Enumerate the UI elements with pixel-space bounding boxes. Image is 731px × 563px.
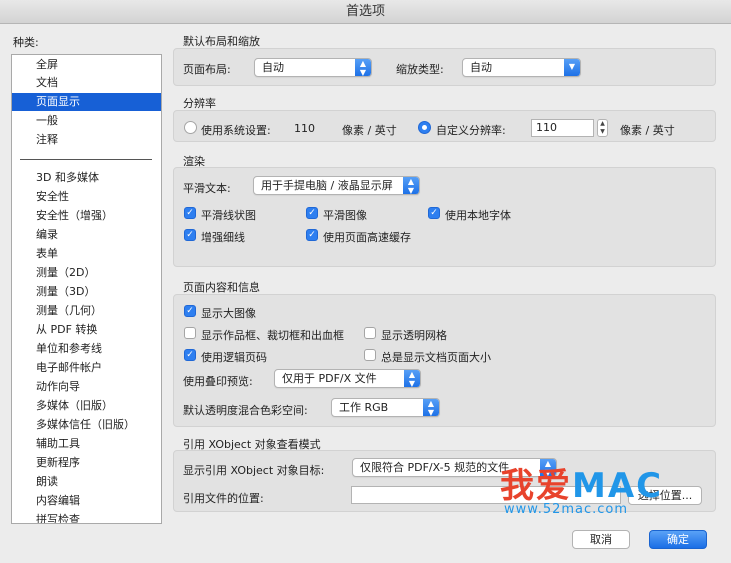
category-item-measuring-3d[interactable]: 测量（3D） <box>12 283 161 301</box>
category-item-email-accounts[interactable]: 电子邮件帐户 <box>12 359 161 377</box>
category-item-general[interactable]: 一般 <box>12 112 161 130</box>
smooth-images-checkbox[interactable]: ✓ <box>306 207 318 219</box>
page-layout-value: 自动 <box>262 61 284 74</box>
custom-resolution-radio[interactable] <box>418 121 431 134</box>
chevron-updown-icon: ▲ ▼ <box>403 177 419 194</box>
category-item-units-guides[interactable]: 单位和参考线 <box>12 340 161 358</box>
category-item-multimedia-trust[interactable]: 多媒体信任（旧版） <box>12 416 161 434</box>
category-list[interactable]: 全屏 文档 页面显示 一般 注释 3D 和多媒体 安全性 安全性（增强） 编录 … <box>11 54 162 524</box>
chevron-updown-icon: ▲ ▼ <box>404 370 420 387</box>
overprint-preview-label: 使用叠印预览: <box>183 375 253 388</box>
category-item-3d-multimedia[interactable]: 3D 和多媒体 <box>12 169 161 187</box>
category-item-document[interactable]: 文档 <box>12 74 161 92</box>
blend-space-value: 工作 RGB <box>339 401 389 414</box>
category-item-page-display[interactable]: 页面显示 <box>12 93 161 111</box>
smooth-lineart-checkbox[interactable]: ✓ <box>184 207 196 219</box>
xobject-location-label: 引用文件的位置: <box>183 492 264 505</box>
checkmark-icon: ✓ <box>186 208 194 218</box>
category-item-forms[interactable]: 表单 <box>12 245 161 263</box>
blend-space-label: 默认透明度混合色彩空间: <box>183 404 308 417</box>
category-item-accessibility[interactable]: 辅助工具 <box>12 435 161 453</box>
system-resolution-label: 使用系统设置: <box>201 124 271 137</box>
zoom-type-value: 自动 <box>470 61 492 74</box>
local-fonts-checkbox[interactable]: ✓ <box>428 207 440 219</box>
always-page-size-label: 总是显示文档页面大小 <box>381 351 491 364</box>
category-item-content-editing[interactable]: 内容编辑 <box>12 492 161 510</box>
cancel-button[interactable]: 取消 <box>572 530 630 549</box>
smooth-images-label: 平滑图像 <box>323 209 367 222</box>
window-title: 首选项 <box>345 4 385 19</box>
transparency-grid-label: 显示透明网格 <box>381 329 447 342</box>
page-cache-checkbox[interactable]: ✓ <box>306 229 318 241</box>
category-item-action-wizard[interactable]: 动作向导 <box>12 378 161 396</box>
custom-resolution-label: 自定义分辨率: <box>436 124 506 137</box>
xobject-targets-value: 仅限符合 PDF/X-5 规范的文件 <box>360 461 510 474</box>
system-resolution-radio[interactable] <box>184 121 197 134</box>
smooth-text-select[interactable]: 用于手提电脑 / 液晶显示屏 ▲ ▼ <box>253 176 420 195</box>
blend-space-select[interactable]: 工作 RGB ▲ ▼ <box>331 398 440 417</box>
chevron-updown-icon: ▲ ▼ <box>355 59 371 76</box>
zoom-type-select[interactable]: 自动 ▼ <box>462 58 581 77</box>
section-title-page-content: 页面内容和信息 <box>183 281 260 294</box>
category-item-read-out-loud[interactable]: 朗读 <box>12 473 161 491</box>
overprint-preview-select[interactable]: 仅用于 PDF/X 文件 ▲ ▼ <box>274 369 421 388</box>
category-item-fullscreen[interactable]: 全屏 <box>12 56 161 74</box>
category-item-catalog[interactable]: 编录 <box>12 226 161 244</box>
category-divider <box>20 159 152 160</box>
section-title-resolution: 分辨率 <box>183 97 216 110</box>
transparency-grid-checkbox[interactable] <box>364 327 376 339</box>
section-title-layout: 默认布局和缩放 <box>183 35 260 48</box>
custom-resolution-stepper[interactable]: ▲ ▼ <box>597 119 608 137</box>
smooth-text-label: 平滑文本: <box>183 182 231 195</box>
art-trim-bleed-label: 显示作品框、裁切框和出血框 <box>201 329 344 342</box>
xobject-targets-label: 显示引用 XObject 对象目标: <box>183 464 325 477</box>
category-item-multimedia-legacy[interactable]: 多媒体（旧版） <box>12 397 161 415</box>
always-page-size-checkbox[interactable] <box>364 349 376 361</box>
page-layout-label: 页面布局: <box>183 63 231 76</box>
category-item-measuring-2d[interactable]: 测量（2D） <box>12 264 161 282</box>
chevron-updown-icon: ▲ ▼ <box>423 399 439 416</box>
checkmark-icon: ✓ <box>308 230 316 240</box>
system-resolution-value: 110 <box>294 122 315 135</box>
custom-resolution-unit: 像素 / 英寸 <box>620 124 675 137</box>
ok-button[interactable]: 确定 <box>649 530 707 549</box>
category-label: 种类: <box>13 36 39 49</box>
overprint-preview-value: 仅用于 PDF/X 文件 <box>282 372 377 385</box>
enhance-thin-lines-checkbox[interactable]: ✓ <box>184 229 196 241</box>
watermark-url: www.52mac.com <box>504 502 629 517</box>
category-item-convert-from-pdf[interactable]: 从 PDF 转换 <box>12 321 161 339</box>
watermark-text-cn: 我爱 <box>500 466 572 506</box>
smooth-lineart-label: 平滑线状图 <box>201 209 256 222</box>
page-cache-label: 使用页面高速缓存 <box>323 231 411 244</box>
large-images-label: 显示大图像 <box>201 307 256 320</box>
checkmark-icon: ✓ <box>308 208 316 218</box>
category-item-spelling[interactable]: 拼写检查 <box>12 511 161 523</box>
art-trim-bleed-checkbox[interactable] <box>184 327 196 339</box>
custom-resolution-input[interactable]: 110 <box>531 119 594 137</box>
category-item-comments[interactable]: 注释 <box>12 131 161 149</box>
local-fonts-label: 使用本地字体 <box>445 209 511 222</box>
category-item-security[interactable]: 安全性 <box>12 188 161 206</box>
smooth-text-value: 用于手提电脑 / 液晶显示屏 <box>261 179 393 192</box>
watermark-text-mac: MAC <box>572 466 664 506</box>
checkmark-icon: ✓ <box>186 306 194 316</box>
window-titlebar: 首选项 <box>0 0 731 24</box>
logical-page-numbers-checkbox[interactable]: ✓ <box>184 349 196 361</box>
zoom-type-label: 缩放类型: <box>396 63 444 76</box>
chevron-down-icon: ▼ <box>564 59 580 76</box>
checkmark-icon: ✓ <box>430 208 438 218</box>
page-layout-select[interactable]: 自动 ▲ ▼ <box>254 58 372 77</box>
system-resolution-unit: 像素 / 英寸 <box>342 124 397 137</box>
large-images-checkbox[interactable]: ✓ <box>184 305 196 317</box>
category-item-security-enhanced[interactable]: 安全性（增强） <box>12 207 161 225</box>
logical-page-numbers-label: 使用逻辑页码 <box>201 351 267 364</box>
checkmark-icon: ✓ <box>186 230 194 240</box>
category-item-measuring-geo[interactable]: 测量（几何） <box>12 302 161 320</box>
enhance-thin-lines-label: 增强细线 <box>201 231 245 244</box>
watermark-logo: 我爱MAC www.52mac.com <box>500 458 700 528</box>
category-item-updater[interactable]: 更新程序 <box>12 454 161 472</box>
checkmark-icon: ✓ <box>186 350 194 360</box>
